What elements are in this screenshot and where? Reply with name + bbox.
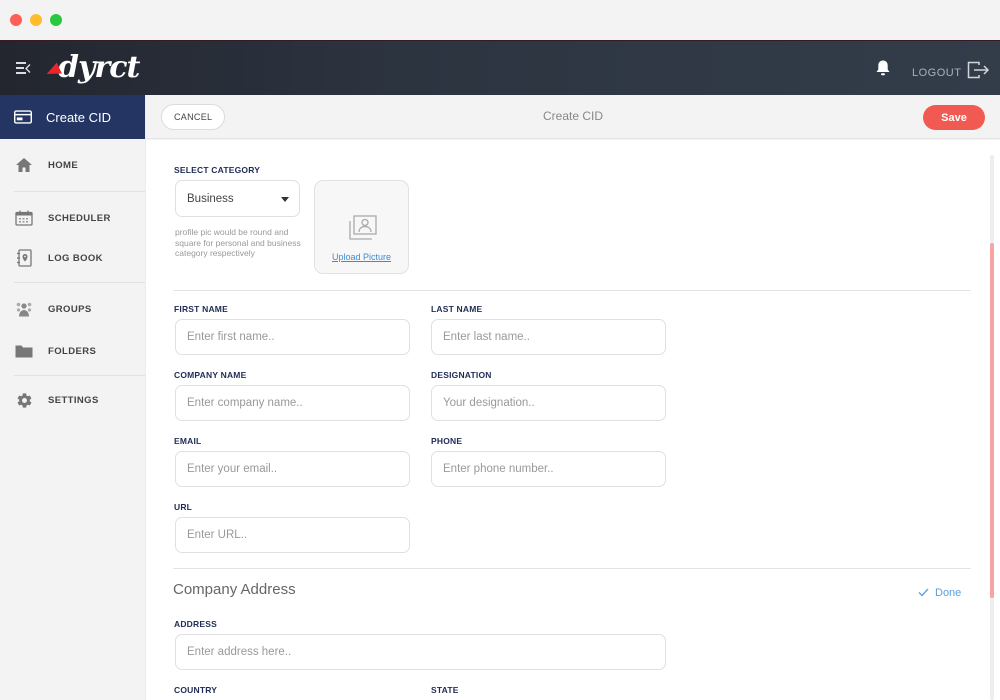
logbook-icon [15, 249, 33, 267]
scrollbar-thumb[interactable] [990, 243, 994, 598]
company-address-heading: Company Address [173, 581, 296, 598]
sidebar: Create CID HOME SCHEDULER LOG BOOK GROUP… [0, 95, 146, 700]
sidebar-item-label: HOME [48, 159, 79, 171]
logout-label: LOGOUT [912, 66, 962, 79]
last-name-label: LAST NAME [431, 304, 483, 314]
category-select[interactable]: Business [175, 180, 300, 217]
sidebar-item-label: FOLDERS [48, 345, 97, 357]
folder-icon [15, 342, 33, 360]
first-name-input[interactable]: Enter first name.. [175, 319, 410, 355]
logout-button[interactable]: LOGOUT [912, 61, 991, 84]
bell-icon[interactable] [875, 59, 891, 77]
gear-icon [15, 391, 33, 409]
done-label: Done [935, 587, 962, 599]
sidebar-item-label: GROUPS [48, 303, 92, 315]
done-button[interactable]: Done [918, 584, 961, 602]
close-window-button[interactable] [10, 14, 22, 26]
picture-icon [348, 215, 378, 246]
checkmark-icon [918, 584, 929, 602]
logout-icon [967, 61, 991, 84]
sidebar-item-settings[interactable]: SETTINGS [0, 380, 145, 420]
logo[interactable]: dyrct [44, 50, 140, 85]
address-input[interactable]: Enter address here.. [175, 634, 666, 670]
logo-text: dyrct [58, 50, 140, 85]
designation-input[interactable]: Your designation.. [431, 385, 666, 421]
home-icon [15, 156, 33, 174]
page-toolbar: CANCEL Create CID Save [146, 95, 1000, 139]
upload-picture-box[interactable]: Upload Picture [314, 180, 409, 274]
top-nav-bar: dyrct LOGOUT [0, 40, 1000, 95]
country-label: COUNTRY [174, 685, 218, 695]
sidebar-item-log-book[interactable]: LOG BOOK [0, 238, 145, 278]
title-bar [0, 0, 1000, 40]
sidebar-item-label: SCHEDULER [48, 212, 111, 224]
phone-input[interactable]: Enter phone number.. [431, 451, 666, 487]
chevron-down-icon [281, 197, 289, 202]
address-label: ADDRESS [174, 619, 217, 629]
email-label: EMAIL [174, 436, 202, 446]
page-title: Create CID [542, 109, 604, 123]
sidebar-item-create-cid[interactable]: Create CID [0, 95, 145, 139]
section-divider [173, 290, 971, 291]
last-name-input[interactable]: Enter last name.. [431, 319, 666, 355]
sidebar-item-folders[interactable]: FOLDERS [0, 331, 145, 371]
url-label: URL [174, 502, 193, 512]
company-name-label: COMPANY NAME [174, 370, 247, 380]
profile-pic-hint: profile pic would be round and square fo… [175, 227, 301, 258]
sidebar-item-label: LOG BOOK [48, 252, 103, 264]
category-select-value: Business [187, 192, 234, 205]
upload-picture-link[interactable]: Upload Picture [315, 252, 408, 262]
calendar-icon [15, 209, 33, 227]
section-divider [173, 568, 971, 569]
state-label: STATE [431, 685, 459, 695]
first-name-label: FIRST NAME [174, 304, 228, 314]
id-card-icon [14, 108, 32, 126]
company-name-input[interactable]: Enter company name.. [175, 385, 410, 421]
sidebar-item-label: Create CID [46, 109, 112, 125]
url-input[interactable]: Enter URL.. [175, 517, 410, 553]
sidebar-item-home[interactable]: HOME [0, 145, 145, 185]
sidebar-item-groups[interactable]: GROUPS [0, 289, 145, 329]
maximize-window-button[interactable] [50, 14, 62, 26]
sidebar-item-scheduler[interactable]: SCHEDULER [0, 198, 145, 238]
email-input[interactable]: Enter your email.. [175, 451, 410, 487]
select-category-label: SELECT CATEGORY [174, 165, 261, 175]
create-cid-form: SELECT CATEGORY Business profile pic wou… [146, 140, 1000, 700]
save-button[interactable]: Save [923, 105, 985, 130]
menu-collapse-icon[interactable] [16, 62, 31, 74]
app-window: dyrct LOGOUT Create CID HOME SCHEDULER L… [0, 0, 1000, 700]
sidebar-item-label: SETTINGS [48, 394, 99, 406]
groups-icon [15, 300, 33, 318]
phone-label: PHONE [431, 436, 463, 446]
designation-label: DESIGNATION [431, 370, 492, 380]
minimize-window-button[interactable] [30, 14, 42, 26]
